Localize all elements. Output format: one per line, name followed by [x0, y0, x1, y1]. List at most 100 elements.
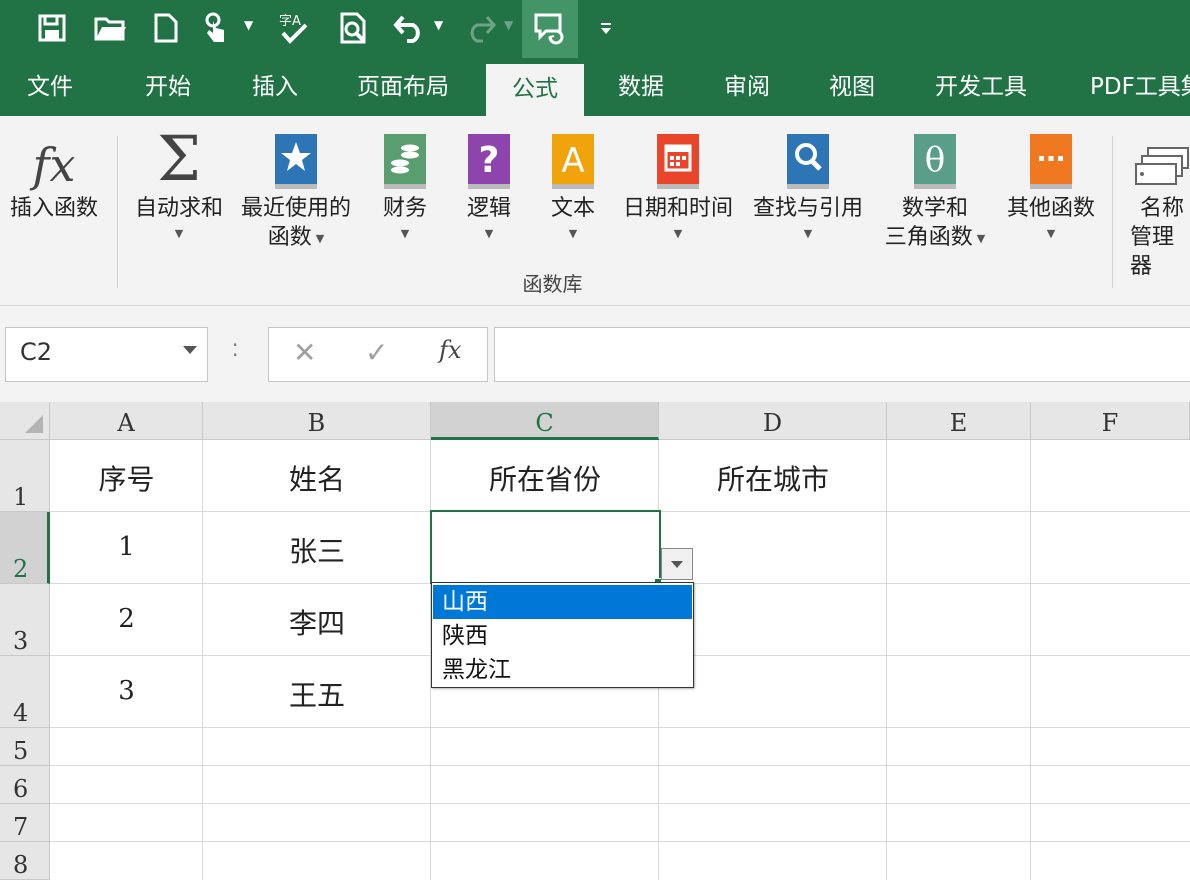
calendar-book-icon [616, 116, 740, 194]
undo-icon[interactable] [390, 6, 430, 50]
cell-a1[interactable]: 序号 [50, 458, 203, 498]
chevron-down-icon [671, 561, 683, 568]
cell-b4[interactable]: 王五 [203, 674, 431, 714]
tab-view[interactable]: 视图 [829, 58, 875, 116]
group-label-function-library: 函数库 [522, 272, 583, 296]
worksheet-grid[interactable]: A B C D E F 1 2 3 4 5 6 7 8 序号 姓名 所在省份 所… [0, 402, 1190, 880]
tab-developer[interactable]: 开发工具 [935, 58, 1027, 116]
more-functions-button[interactable]: 其他函数 ▼ [1000, 116, 1102, 276]
close-icon[interactable]: ✕ [293, 336, 316, 369]
dropdown-option-heilongjiang[interactable]: 黑龙江 [433, 653, 692, 687]
tab-insert[interactable]: 插入 [252, 58, 298, 116]
tab-formulas[interactable]: 公式 [486, 64, 584, 116]
row-header-4[interactable]: 4 [0, 656, 50, 728]
logical-button[interactable]: ? 逻辑 ▼ [454, 116, 524, 276]
grid-line [50, 727, 1190, 728]
redo-caret-icon: ▼ [504, 18, 514, 32]
ribbon-formulas: fx 插入函数 Σ 自动求和 ▼ 最近使用的 函数 ▼ 财务 ▼ ? 逻辑 ▼ A [0, 116, 1190, 306]
autosum-button[interactable]: Σ 自动求和 ▼ [126, 116, 232, 276]
print-preview-icon[interactable] [334, 6, 374, 50]
tab-pdf-tools[interactable]: PDF工具集 [1090, 58, 1190, 116]
text-functions-button[interactable]: A 文本 ▼ [538, 116, 608, 276]
svg-text:字A: 字A [279, 14, 301, 29]
chevron-down-icon: ▼ [315, 231, 325, 245]
ellipsis-book-icon [1000, 116, 1102, 194]
cell-c1[interactable]: 所在省份 [431, 458, 659, 498]
chevron-down-icon: ▼ [673, 227, 683, 240]
track-changes-icon[interactable] [522, 0, 578, 58]
cell-b3[interactable]: 李四 [203, 602, 431, 642]
fx-icon[interactable]: fx [439, 336, 461, 364]
tab-home[interactable]: 开始 [145, 58, 191, 116]
row-header-8[interactable]: 8 [0, 842, 50, 880]
undo-caret-icon[interactable]: ▼ [434, 18, 443, 32]
math-trig-button[interactable]: θ 数学和 三角函数 ▼ [876, 116, 994, 276]
open-folder-icon[interactable] [90, 6, 130, 50]
recently-used-button[interactable]: 最近使用的 函数 ▼ [234, 116, 358, 276]
grid-line [50, 803, 1190, 804]
row-header-5[interactable]: 5 [0, 728, 50, 766]
save-icon[interactable] [32, 6, 72, 50]
dropdown-option-shanxi[interactable]: 山西 [433, 585, 692, 619]
dropdown-option-shaanxi[interactable]: 陕西 [433, 619, 692, 653]
formula-bar-area: C2 · · ✕ ✓ fx [0, 306, 1190, 402]
grid-line [202, 440, 203, 880]
formula-input[interactable] [494, 327, 1190, 382]
star-book-icon [234, 116, 358, 194]
row-header-6[interactable]: 6 [0, 766, 50, 804]
financial-button[interactable]: 财务 ▼ [370, 116, 440, 276]
chevron-down-icon: ▼ [976, 231, 986, 245]
coins-book-icon [370, 116, 440, 194]
column-header-e[interactable]: E [887, 402, 1031, 440]
cell-a2[interactable]: 1 [50, 532, 203, 562]
name-box-value: C2 [20, 338, 53, 366]
row-header-3[interactable]: 3 [0, 584, 50, 656]
quick-access-toolbar: ▼ 字A ▼ ▼ [0, 0, 1190, 58]
cell-b1[interactable]: 姓名 [203, 458, 431, 498]
dropdown-button[interactable] [661, 548, 693, 580]
tab-file[interactable]: 文件 [27, 58, 73, 116]
tab-data[interactable]: 数据 [618, 58, 664, 116]
spelling-icon[interactable]: 字A [274, 6, 314, 50]
date-time-button[interactable]: 日期和时间 ▼ [616, 116, 740, 276]
insert-function-button[interactable]: fx 插入函数 [0, 116, 108, 276]
cell-c2[interactable] [430, 510, 661, 584]
name-tags-icon [1124, 116, 1190, 194]
validation-dropdown-list: 山西 陕西 黑龙江 [431, 582, 694, 688]
cell-d1[interactable]: 所在城市 [659, 458, 887, 498]
chevron-down-icon: ▼ [568, 227, 578, 240]
name-box[interactable]: C2 [5, 327, 208, 382]
svg-text:θ: θ [925, 140, 945, 180]
column-header-b[interactable]: B [203, 402, 431, 440]
chevron-down-icon: ▼ [400, 227, 410, 240]
column-header-d[interactable]: D [659, 402, 887, 440]
customize-qat-icon[interactable] [586, 6, 626, 50]
resize-handle-icon[interactable]: · · [232, 335, 238, 365]
tab-page-layout[interactable]: 页面布局 [357, 58, 449, 116]
name-manager-button[interactable]: 名称 管理器 [1124, 116, 1190, 279]
chevron-down-icon: ▼ [1046, 227, 1056, 240]
touch-mode-icon[interactable] [196, 6, 236, 50]
cell-b2[interactable]: 张三 [203, 530, 431, 570]
touch-mode-caret-icon[interactable]: ▼ [244, 18, 253, 32]
chevron-down-icon[interactable] [183, 346, 197, 354]
row-header-1[interactable]: 1 [0, 440, 50, 512]
tab-review[interactable]: 审阅 [724, 58, 770, 116]
column-header-f[interactable]: F [1031, 402, 1190, 440]
cell-a4[interactable]: 3 [50, 676, 203, 706]
row-header-2[interactable]: 2 [0, 512, 50, 584]
magnifier-book-icon [746, 116, 870, 194]
column-header-c[interactable]: C [431, 402, 659, 440]
chevron-down-icon: ▼ [484, 227, 494, 240]
ribbon-separator [117, 136, 118, 288]
lookup-reference-button[interactable]: 查找与引用 ▼ [746, 116, 870, 276]
select-all-button[interactable] [0, 402, 50, 440]
row-header-7[interactable]: 7 [0, 804, 50, 842]
cell-a3[interactable]: 2 [50, 604, 203, 634]
check-icon[interactable]: ✓ [365, 336, 388, 369]
new-file-icon[interactable] [146, 6, 186, 50]
column-header-a[interactable]: A [50, 402, 203, 440]
svg-text:?: ? [479, 140, 500, 181]
grid-line [1030, 440, 1031, 880]
formula-buttons: ✕ ✓ fx [268, 327, 488, 382]
